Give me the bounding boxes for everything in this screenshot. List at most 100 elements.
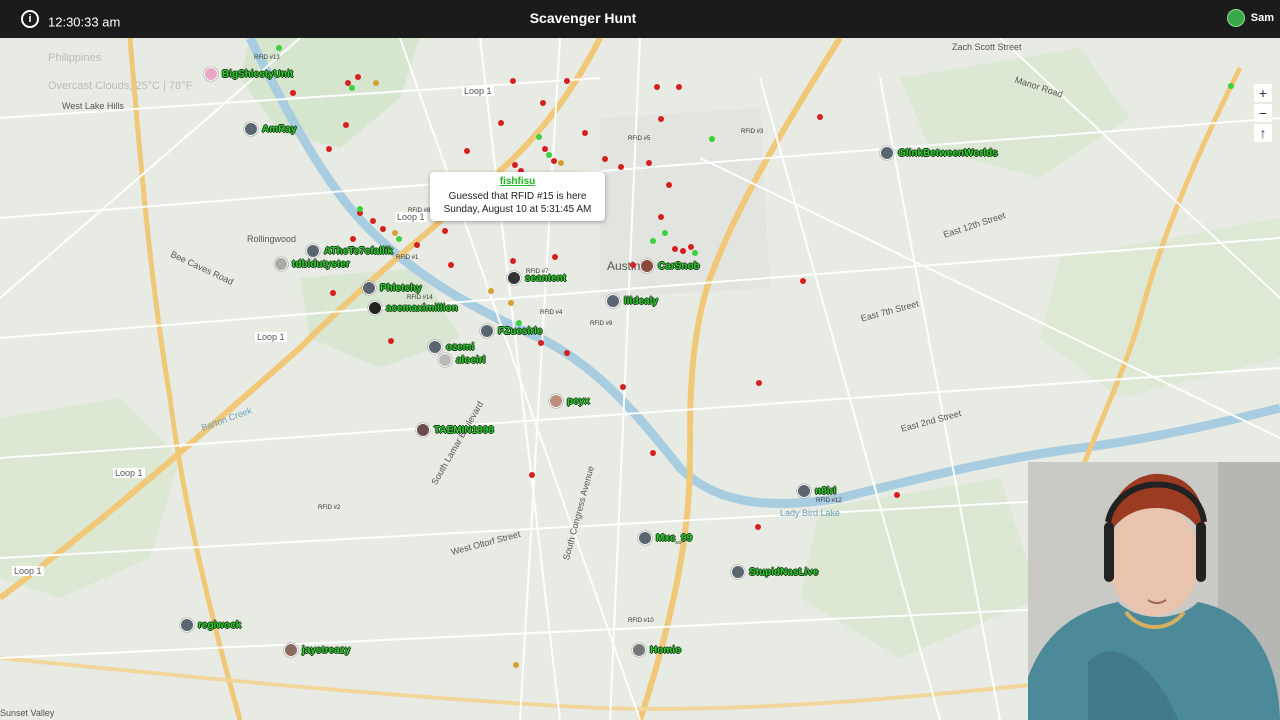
guess-marker[interactable] bbox=[564, 350, 570, 356]
guess-marker[interactable] bbox=[666, 182, 672, 188]
guess-marker[interactable] bbox=[448, 262, 454, 268]
player-marker[interactable]: peyx bbox=[549, 394, 590, 408]
guess-marker[interactable] bbox=[380, 226, 386, 232]
player-marker[interactable]: CarSnob bbox=[640, 259, 700, 273]
player-avatar bbox=[606, 294, 620, 308]
guess-marker[interactable] bbox=[388, 338, 394, 344]
guess-marker[interactable] bbox=[414, 242, 420, 248]
player-marker[interactable]: Phletchy bbox=[362, 281, 422, 295]
zoom-out-button[interactable]: − bbox=[1254, 104, 1272, 122]
zoom-controls: + − ↑ bbox=[1254, 84, 1272, 142]
guess-marker[interactable] bbox=[658, 214, 664, 220]
guess-marker[interactable] bbox=[646, 160, 652, 166]
guess-marker[interactable] bbox=[529, 472, 535, 478]
player-marker[interactable]: Mxc_99 bbox=[638, 531, 692, 545]
player-marker[interactable]: AmRay bbox=[244, 122, 296, 136]
guess-marker[interactable] bbox=[330, 290, 336, 296]
player-avatar bbox=[428, 340, 442, 354]
player-marker[interactable]: ozemi bbox=[428, 340, 474, 354]
guess-marker[interactable] bbox=[508, 300, 514, 306]
guess-marker[interactable] bbox=[510, 258, 516, 264]
guess-marker[interactable] bbox=[349, 85, 355, 91]
player-marker[interactable]: FZuesirle bbox=[480, 324, 542, 338]
user-badge[interactable]: Sam bbox=[1226, 9, 1274, 27]
guess-marker[interactable] bbox=[558, 160, 564, 166]
guess-marker[interactable] bbox=[276, 45, 282, 51]
road-label: Zach Scott Street bbox=[952, 42, 1022, 52]
guess-marker[interactable] bbox=[540, 100, 546, 106]
guess-marker[interactable] bbox=[536, 134, 542, 140]
player-marker[interactable]: tdbidutyster bbox=[274, 257, 350, 271]
guess-marker[interactable] bbox=[602, 156, 608, 162]
player-marker[interactable]: StupidNasLive bbox=[731, 565, 818, 579]
guess-marker[interactable] bbox=[464, 148, 470, 154]
player-avatar bbox=[306, 244, 320, 258]
player-marker[interactable]: GlinkBetweenWorlds bbox=[880, 146, 998, 160]
guess-marker[interactable] bbox=[538, 340, 544, 346]
guess-marker[interactable] bbox=[355, 74, 361, 80]
guess-marker[interactable] bbox=[582, 130, 588, 136]
player-marker[interactable]: acemaximillion bbox=[368, 301, 458, 315]
guess-marker[interactable] bbox=[894, 492, 900, 498]
guess-marker[interactable] bbox=[542, 146, 548, 152]
guess-marker[interactable] bbox=[692, 250, 698, 256]
guess-marker[interactable] bbox=[564, 78, 570, 84]
zoom-in-button[interactable]: + bbox=[1254, 84, 1272, 102]
popup-player-link[interactable]: fishfisu bbox=[434, 176, 601, 187]
guess-marker[interactable] bbox=[688, 244, 694, 250]
guess-marker[interactable] bbox=[513, 662, 519, 668]
player-marker[interactable]: n8irl bbox=[797, 484, 836, 498]
rfid-label: RFID #5 bbox=[628, 136, 651, 142]
guess-marker[interactable] bbox=[546, 152, 552, 158]
guess-marker[interactable] bbox=[498, 120, 504, 126]
guess-marker[interactable] bbox=[512, 162, 518, 168]
player-marker[interactable]: lildealy bbox=[606, 294, 658, 308]
guess-marker[interactable] bbox=[672, 246, 678, 252]
rfid-label: RFID #1 bbox=[396, 255, 419, 261]
guess-marker[interactable] bbox=[552, 254, 558, 260]
guess-marker[interactable] bbox=[370, 218, 376, 224]
webcam-overlay bbox=[1028, 462, 1280, 720]
guess-marker[interactable] bbox=[290, 90, 296, 96]
player-marker[interactable]: regiwock bbox=[180, 618, 241, 632]
player-marker[interactable]: seantent bbox=[507, 271, 566, 285]
top-bar: i 12:30:33 am Scavenger Hunt Sam bbox=[0, 0, 1280, 38]
guess-marker[interactable] bbox=[650, 238, 656, 244]
guess-marker[interactable] bbox=[630, 262, 636, 268]
player-marker[interactable]: TAEMIN1998 bbox=[416, 423, 494, 437]
guess-marker[interactable] bbox=[343, 122, 349, 128]
guess-marker[interactable] bbox=[654, 84, 660, 90]
guess-marker[interactable] bbox=[488, 288, 494, 294]
guess-marker[interactable] bbox=[618, 164, 624, 170]
guess-marker[interactable] bbox=[373, 80, 379, 86]
guess-marker[interactable] bbox=[755, 524, 761, 530]
rfid-label: RFID #10 bbox=[628, 618, 654, 624]
player-marker[interactable]: ATheTe7cfallik bbox=[306, 244, 393, 258]
guess-marker[interactable] bbox=[551, 158, 557, 164]
guess-marker[interactable] bbox=[658, 116, 664, 122]
guess-marker[interactable] bbox=[817, 114, 823, 120]
guess-marker[interactable] bbox=[357, 206, 363, 212]
guess-marker[interactable] bbox=[662, 230, 668, 236]
rfid-label: RFID #3 bbox=[741, 129, 764, 135]
guess-marker[interactable] bbox=[709, 136, 715, 142]
guess-marker[interactable] bbox=[680, 248, 686, 254]
guess-marker[interactable] bbox=[350, 236, 356, 242]
player-marker[interactable]: aloeirl bbox=[438, 353, 485, 367]
guess-marker[interactable] bbox=[1228, 83, 1234, 89]
player-marker[interactable]: BigShiestyUnit bbox=[204, 67, 293, 81]
player-marker[interactable]: Homio bbox=[632, 643, 681, 657]
player-marker[interactable]: jaystreazy bbox=[284, 643, 350, 657]
guess-marker[interactable] bbox=[442, 228, 448, 234]
guess-marker[interactable] bbox=[800, 278, 806, 284]
guess-marker[interactable] bbox=[650, 450, 656, 456]
guess-marker[interactable] bbox=[396, 236, 402, 242]
player-avatar bbox=[438, 353, 452, 367]
guess-marker[interactable] bbox=[392, 230, 398, 236]
guess-marker[interactable] bbox=[756, 380, 762, 386]
reset-north-button[interactable]: ↑ bbox=[1254, 124, 1272, 142]
guess-marker[interactable] bbox=[676, 84, 682, 90]
guess-marker[interactable] bbox=[620, 384, 626, 390]
guess-marker[interactable] bbox=[326, 146, 332, 152]
guess-marker[interactable] bbox=[510, 78, 516, 84]
